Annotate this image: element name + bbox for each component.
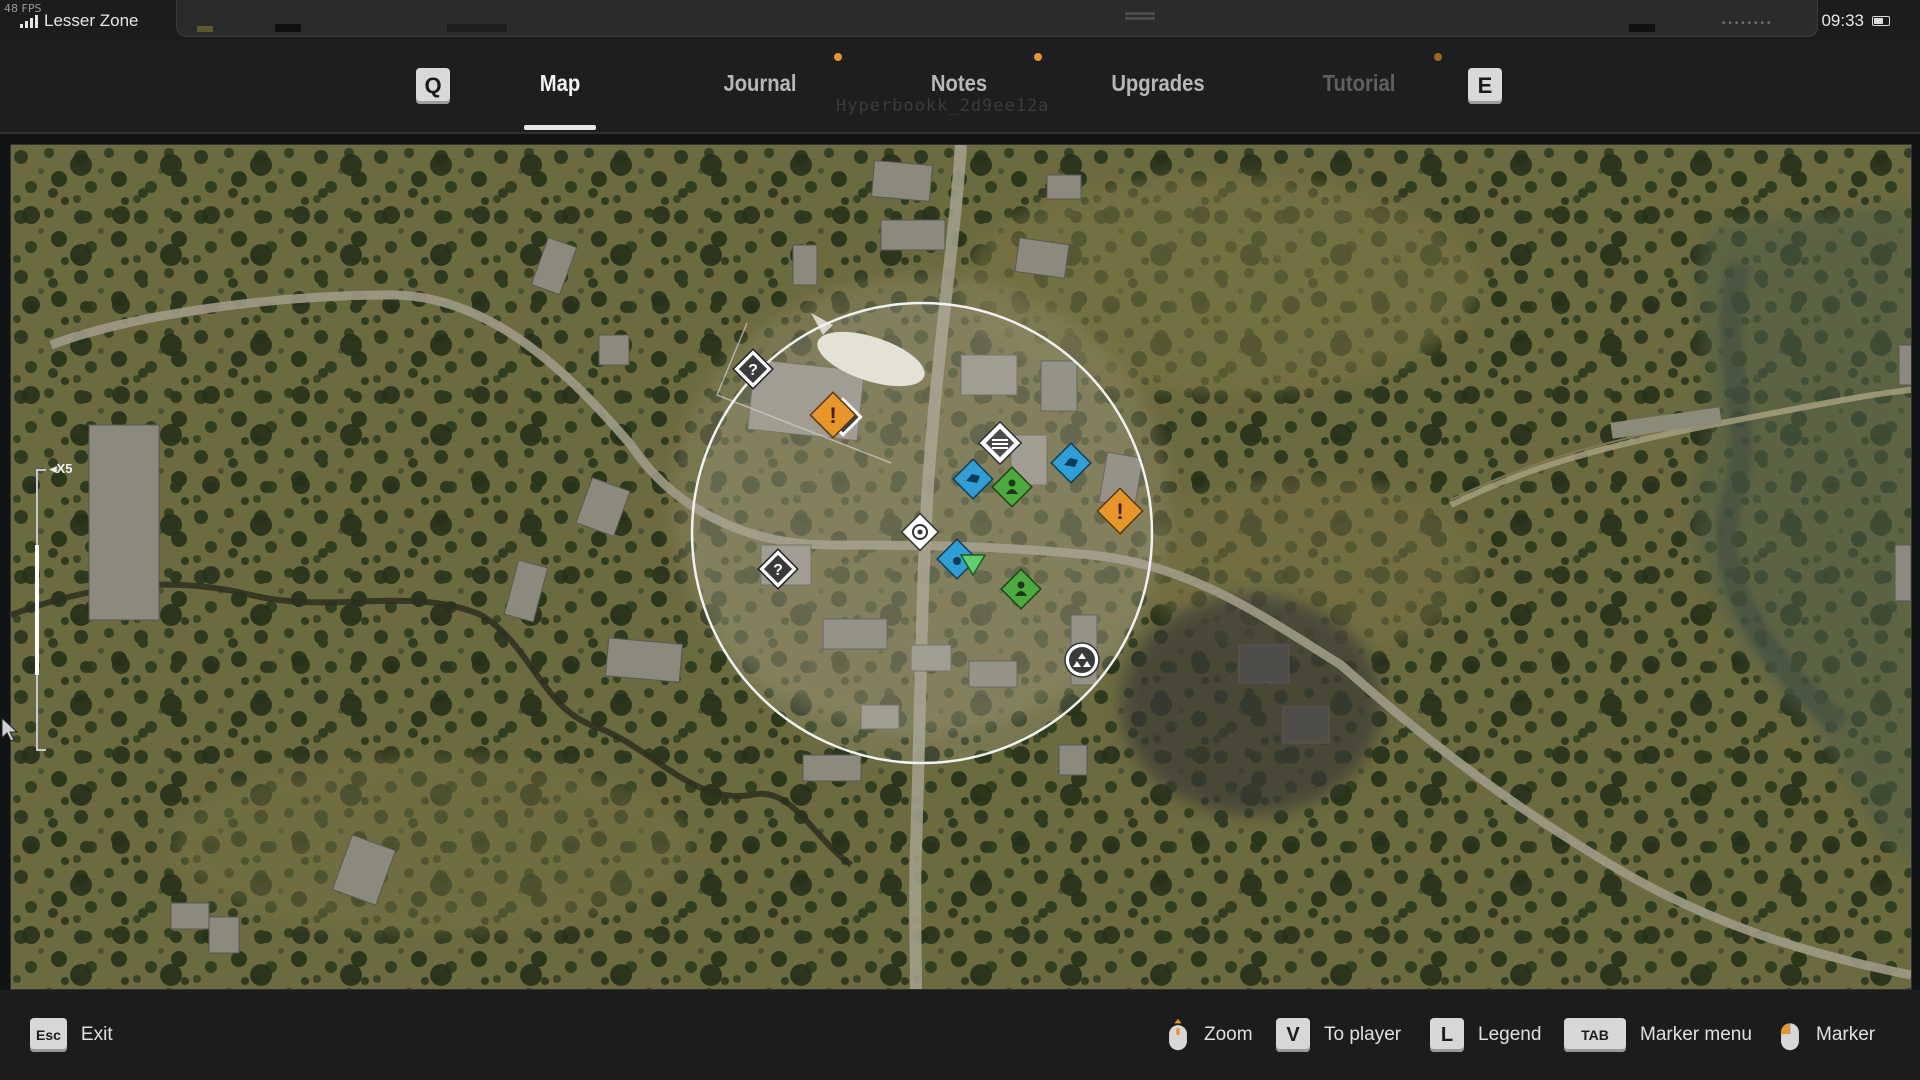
- tab-map[interactable]: Map: [525, 70, 595, 97]
- status-bar: 48 FPS Lesser Zone •••••••• 09:33: [0, 0, 1920, 40]
- to-player-label: To player: [1324, 1024, 1402, 1045]
- zoom-slider-fill: [35, 545, 39, 675]
- journal-notification-dot: [834, 53, 842, 61]
- exclamation-icon: !: [1096, 487, 1144, 535]
- hud-frame: ••••••••: [176, 0, 1818, 37]
- esc-key: Esc: [30, 1018, 67, 1052]
- person-icon: [1000, 568, 1042, 610]
- to-player-hint[interactable]: V To player: [1276, 1018, 1401, 1052]
- legend-hint[interactable]: L Legend: [1430, 1018, 1541, 1052]
- cursor-icon: [1, 716, 19, 742]
- map-viewport[interactable]: ? ? ! ! ◂X5: [10, 144, 1912, 990]
- trader-icon: [1050, 442, 1092, 484]
- mouse-left-click-icon: [1781, 1023, 1799, 1051]
- active-tab-indicator: [524, 125, 596, 130]
- tab-journal[interactable]: Journal: [716, 70, 804, 97]
- tutorial-notification-dot: [1434, 53, 1442, 61]
- svg-text:!: !: [1116, 499, 1123, 524]
- user-watermark: Hyperbookk_2d9ee12a: [836, 96, 1050, 116]
- person-icon: [991, 466, 1033, 508]
- zoom-label: Zoom: [1204, 1024, 1253, 1045]
- marker-menu-hint[interactable]: TAB Marker menu: [1564, 1018, 1752, 1052]
- zone-name: Lesser Zone: [44, 11, 139, 30]
- zone-indicator: Lesser Zone: [20, 11, 139, 31]
- svg-text:!: !: [829, 403, 836, 428]
- next-tab-key[interactable]: E: [1468, 68, 1502, 104]
- footer-hints: Esc Exit Zoom V To player L Legend TAB M…: [0, 990, 1920, 1080]
- tab-upgrades[interactable]: Upgrades: [1105, 70, 1211, 97]
- zoom-level-label: ◂X5: [50, 461, 73, 476]
- anomaly-icon: [1064, 642, 1100, 678]
- exit-hint[interactable]: Esc Exit: [30, 1018, 113, 1052]
- question-icon: ?: [757, 548, 799, 590]
- svg-text:?: ?: [748, 362, 758, 379]
- v-key: V: [1276, 1018, 1310, 1052]
- trader-icon: [952, 458, 994, 500]
- notes-notification-dot: [1034, 53, 1042, 61]
- marker-hint[interactable]: Marker: [1778, 1018, 1875, 1052]
- zoom-slider[interactable]: [33, 465, 49, 751]
- clock: 09:33: [1821, 11, 1890, 31]
- svg-text:?: ?: [773, 562, 783, 579]
- battery-icon: [1872, 16, 1890, 26]
- clock-time: 09:33: [1821, 11, 1864, 30]
- tab-bar: Q Map Journal Notes Upgrades Tutorial E …: [0, 40, 1920, 134]
- tab-notes[interactable]: Notes: [915, 70, 1003, 97]
- legend-label: Legend: [1478, 1024, 1542, 1045]
- l-key: L: [1430, 1018, 1464, 1052]
- prev-tab-key[interactable]: Q: [416, 68, 450, 104]
- tab-key: TAB: [1564, 1018, 1626, 1052]
- tab-tutorial[interactable]: Tutorial: [1315, 70, 1403, 97]
- mouse-scroll-icon: [1169, 1018, 1187, 1051]
- waypoint-icon: [900, 512, 940, 552]
- zoom-hint[interactable]: Zoom: [1166, 1018, 1253, 1052]
- signal-icon: [20, 14, 38, 28]
- marker-label: Marker: [1816, 1024, 1876, 1045]
- map-markers: ? ? ! !: [732, 348, 1144, 678]
- marker-menu-label: Marker menu: [1640, 1024, 1752, 1045]
- exit-label: Exit: [80, 1024, 113, 1045]
- question-icon: ?: [732, 348, 774, 390]
- stash-icon: [977, 420, 1023, 466]
